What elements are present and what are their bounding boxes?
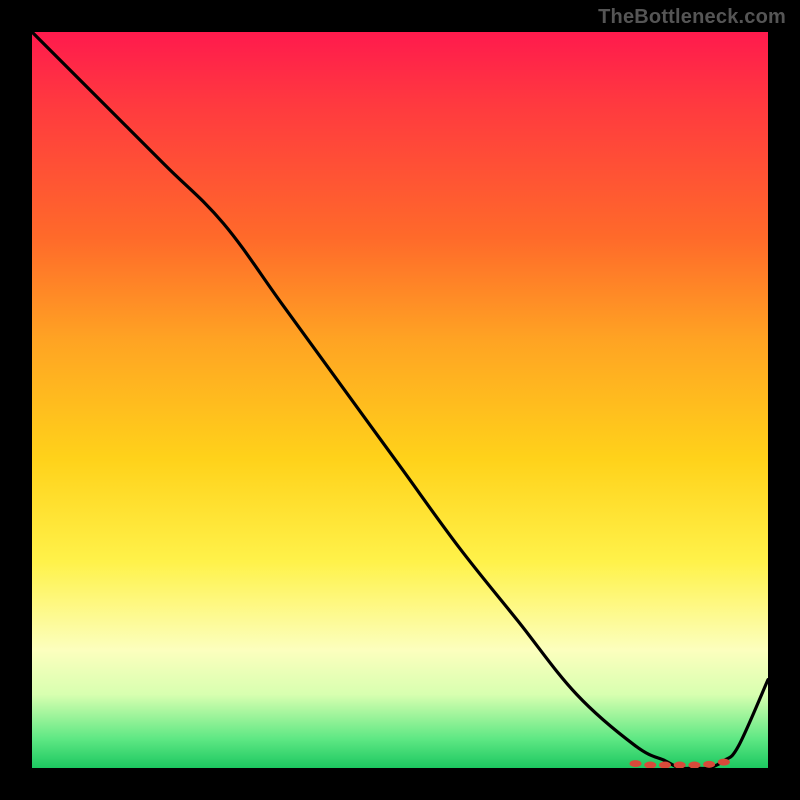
chart-frame: TheBottleneck.com	[0, 0, 800, 800]
marker-dot	[703, 761, 715, 768]
marker-dot	[688, 762, 700, 768]
marker-dot	[674, 762, 686, 768]
attribution-label: TheBottleneck.com	[598, 6, 786, 29]
marker-dot	[644, 762, 656, 768]
plot-area	[32, 32, 768, 768]
marker-dot	[630, 760, 642, 767]
plot-svg	[32, 32, 768, 768]
main-curve	[32, 32, 768, 768]
marker-dot	[718, 759, 730, 766]
